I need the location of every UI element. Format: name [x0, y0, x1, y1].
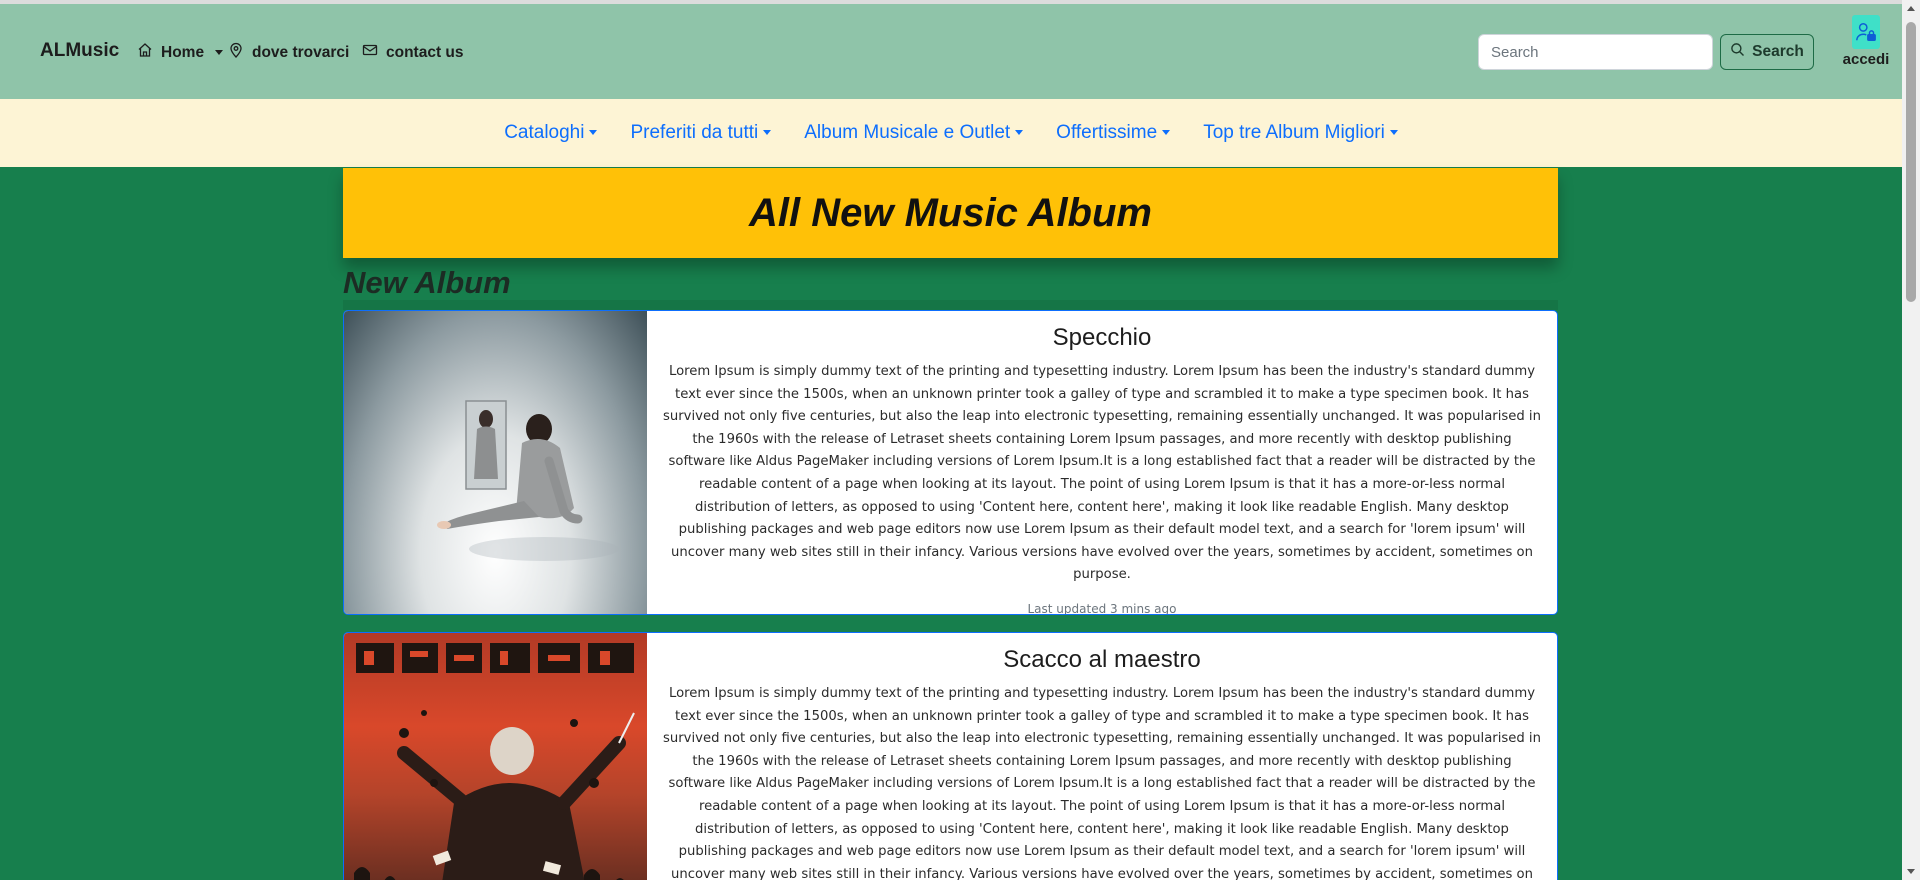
- menu-item-label: Preferiti da tutti: [630, 122, 759, 143]
- category-menu: Cataloghi Preferiti da tutti Album Music…: [0, 99, 1902, 167]
- album-cover-image: [344, 311, 647, 614]
- album-description: Lorem Ipsum is simply dummy text of the …: [663, 686, 1541, 880]
- banner-title: All New Music Album: [748, 190, 1152, 235]
- scrollbar-thumb[interactable]: [1906, 22, 1916, 302]
- page-scrollbar[interactable]: [1902, 0, 1920, 880]
- menu-item-label: Offertissime: [1056, 122, 1158, 143]
- menu-item-label: Top tre Album Migliori: [1203, 122, 1385, 143]
- album-card[interactable]: Specchio Lorem Ipsum is simply dummy tex…: [343, 310, 1558, 615]
- chevron-down-icon: [1162, 130, 1171, 136]
- brand-logo[interactable]: ALMusic: [40, 40, 119, 62]
- search-icon: [1730, 42, 1745, 62]
- chevron-down-icon: [763, 130, 772, 136]
- menu-item-label: Album Musicale e Outlet: [804, 122, 1011, 143]
- last-updated: Last updated 3 mins ago: [1027, 601, 1177, 615]
- hero-banner: All New Music Album: [343, 168, 1558, 258]
- map-pin-icon: [228, 42, 244, 63]
- nav-contact[interactable]: contact us: [362, 42, 464, 63]
- album-card-body: Scacco al maestro Lorem Ipsum is simply …: [647, 633, 1557, 880]
- search-button-label: Search: [1752, 43, 1804, 60]
- chevron-down-icon: [1015, 130, 1024, 136]
- envelope-icon: [362, 42, 378, 63]
- album-title[interactable]: Scacco al maestro: [663, 646, 1541, 674]
- menu-preferiti[interactable]: Preferiti da tutti: [630, 122, 772, 144]
- chevron-down-icon: [1389, 130, 1398, 136]
- nav-home[interactable]: Home: [137, 42, 224, 63]
- scroll-down-icon[interactable]: [1907, 869, 1915, 874]
- album-cover-image: [344, 633, 647, 880]
- section-divider: [343, 300, 1558, 310]
- login-button[interactable]: accedi: [1840, 15, 1892, 68]
- search-input[interactable]: [1478, 34, 1713, 70]
- menu-cataloghi[interactable]: Cataloghi: [504, 122, 598, 144]
- album-card[interactable]: Scacco al maestro Lorem Ipsum is simply …: [343, 632, 1558, 880]
- menu-album-outlet[interactable]: Album Musicale e Outlet: [804, 122, 1024, 144]
- album-description: Lorem Ipsum is simply dummy text of the …: [663, 364, 1541, 583]
- nav-location-label: dove trovarci: [252, 43, 350, 61]
- album-card-body: Specchio Lorem Ipsum is simply dummy tex…: [647, 311, 1557, 614]
- scroll-up-icon[interactable]: [1907, 6, 1915, 11]
- section-title: New Album: [343, 265, 511, 300]
- top-navbar: ALMusic Home dove trovarci contact us Se…: [0, 4, 1902, 99]
- user-lock-icon: [1852, 15, 1880, 49]
- menu-top-tre[interactable]: Top tre Album Migliori: [1203, 122, 1398, 144]
- search-button[interactable]: Search: [1720, 34, 1814, 70]
- album-title[interactable]: Specchio: [663, 324, 1541, 352]
- menu-offertissime[interactable]: Offertissime: [1056, 122, 1171, 144]
- chevron-down-icon: [589, 130, 598, 136]
- nav-home-label: Home: [161, 43, 205, 61]
- nav-contact-label: contact us: [386, 43, 464, 61]
- login-label: accedi: [1842, 51, 1890, 68]
- house-icon: [137, 42, 153, 63]
- menu-item-label: Cataloghi: [504, 122, 585, 143]
- chevron-down-icon: [215, 50, 224, 55]
- nav-location[interactable]: dove trovarci: [228, 42, 349, 63]
